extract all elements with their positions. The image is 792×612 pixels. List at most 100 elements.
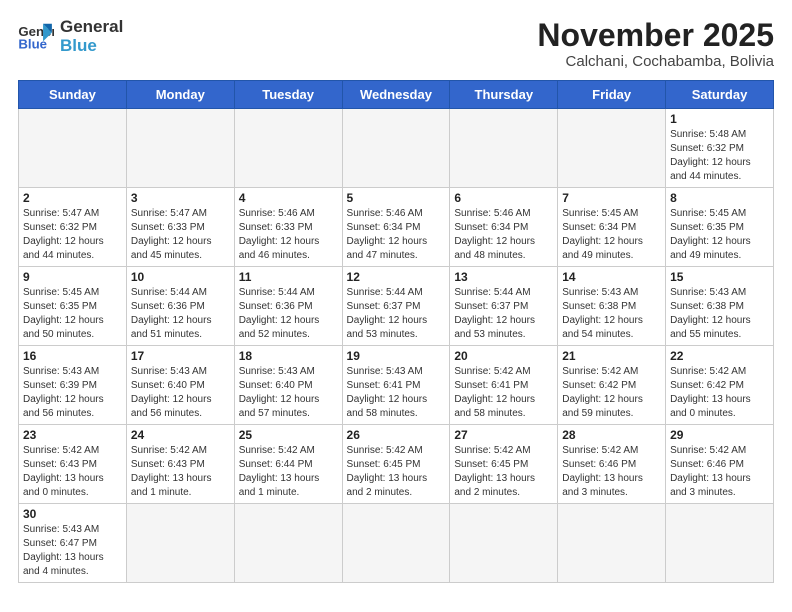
week-row-3: 9 Sunrise: 5:45 AM Sunset: 6:35 PM Daylig… xyxy=(19,267,774,346)
calendar-cell: 2 Sunrise: 5:47 AM Sunset: 6:32 PM Daylig… xyxy=(19,188,127,267)
calendar-cell: 26 Sunrise: 5:42 AM Sunset: 6:45 PM Dayli… xyxy=(342,425,450,504)
day-info: Sunrise: 5:42 AM Sunset: 6:42 PM Dayligh… xyxy=(670,365,769,421)
day-info: Sunrise: 5:44 AM Sunset: 6:36 PM Dayligh… xyxy=(131,286,230,342)
day-number: 22 xyxy=(670,349,769,363)
calendar-cell: 4 Sunrise: 5:46 AM Sunset: 6:33 PM Daylig… xyxy=(234,188,342,267)
calendar-cell: 18Sunrise: 5:43 AM Sunset: 6:40 PM Dayli… xyxy=(234,346,342,425)
day-info: Sunrise: 5:42 AM Sunset: 6:45 PM Dayligh… xyxy=(454,444,553,500)
calendar-cell: 19 Sunrise: 5:43 AM Sunset: 6:41 PM Dayli… xyxy=(342,346,450,425)
day-info: Sunrise: 5:42 AM Sunset: 6:42 PM Dayligh… xyxy=(562,365,661,421)
day-info: Sunrise: 5:47 AM Sunset: 6:33 PM Dayligh… xyxy=(131,207,230,263)
day-number: 5 xyxy=(347,191,446,205)
calendar-subtitle: Calchani, Cochabamba, Bolivia xyxy=(537,53,774,70)
calendar-cell: 12 Sunrise: 5:44 AM Sunset: 6:37 PM Dayli… xyxy=(342,267,450,346)
day-info: Sunrise: 5:42 AM Sunset: 6:45 PM Dayligh… xyxy=(347,444,446,500)
day-info: Sunrise: 5:46 AM Sunset: 6:34 PM Dayligh… xyxy=(454,207,553,263)
day-number: 21 xyxy=(562,349,661,363)
calendar-table: SundayMondayTuesdayWednesdayThursdayFrid… xyxy=(18,80,774,583)
calendar-cell xyxy=(234,504,342,583)
day-number: 9 xyxy=(23,270,122,284)
day-info: Sunrise: 5:42 AM Sunset: 6:41 PM Dayligh… xyxy=(454,365,553,421)
calendar-title: November 2025 xyxy=(537,18,774,53)
weekday-header-tuesday: Tuesday xyxy=(234,81,342,109)
day-number: 19 xyxy=(347,349,446,363)
day-number: 13 xyxy=(454,270,553,284)
calendar-cell: 5 Sunrise: 5:46 AM Sunset: 6:34 PM Daylig… xyxy=(342,188,450,267)
calendar-cell: 17 Sunrise: 5:43 AM Sunset: 6:40 PM Dayli… xyxy=(126,346,234,425)
week-row-2: 2 Sunrise: 5:47 AM Sunset: 6:32 PM Daylig… xyxy=(19,188,774,267)
calendar-cell xyxy=(126,504,234,583)
day-info: Sunrise: 5:47 AM Sunset: 6:32 PM Dayligh… xyxy=(23,207,122,263)
weekday-header-sunday: Sunday xyxy=(19,81,127,109)
calendar-cell xyxy=(666,504,774,583)
day-number: 27 xyxy=(454,428,553,442)
day-info: Sunrise: 5:45 AM Sunset: 6:34 PM Dayligh… xyxy=(562,207,661,263)
day-number: 11 xyxy=(239,270,338,284)
day-info: Sunrise: 5:44 AM Sunset: 6:37 PM Dayligh… xyxy=(347,286,446,342)
weekday-header-wednesday: Wednesday xyxy=(342,81,450,109)
day-number: 7 xyxy=(562,191,661,205)
calendar-cell: 8Sunrise: 5:45 AM Sunset: 6:35 PM Daylig… xyxy=(666,188,774,267)
calendar-cell: 22 Sunrise: 5:42 AM Sunset: 6:42 PM Dayli… xyxy=(666,346,774,425)
calendar-cell: 3 Sunrise: 5:47 AM Sunset: 6:33 PM Daylig… xyxy=(126,188,234,267)
week-row-1: 1 Sunrise: 5:48 AM Sunset: 6:32 PM Daylig… xyxy=(19,109,774,188)
calendar-cell: 6 Sunrise: 5:46 AM Sunset: 6:34 PM Daylig… xyxy=(450,188,558,267)
day-number: 4 xyxy=(239,191,338,205)
day-number: 16 xyxy=(23,349,122,363)
calendar-cell xyxy=(450,109,558,188)
calendar-page: General Blue General Blue November 2025 … xyxy=(0,0,792,593)
day-number: 25 xyxy=(239,428,338,442)
day-info: Sunrise: 5:43 AM Sunset: 6:47 PM Dayligh… xyxy=(23,523,122,579)
day-number: 15 xyxy=(670,270,769,284)
day-info: Sunrise: 5:46 AM Sunset: 6:33 PM Dayligh… xyxy=(239,207,338,263)
calendar-cell: 7 Sunrise: 5:45 AM Sunset: 6:34 PM Daylig… xyxy=(558,188,666,267)
svg-text:Blue: Blue xyxy=(18,36,47,51)
logo-icon: General Blue xyxy=(18,22,54,52)
day-number: 12 xyxy=(347,270,446,284)
calendar-cell: 20Sunrise: 5:42 AM Sunset: 6:41 PM Dayli… xyxy=(450,346,558,425)
page-header: General Blue General Blue November 2025 … xyxy=(18,18,774,70)
calendar-cell xyxy=(450,504,558,583)
calendar-cell: 10Sunrise: 5:44 AM Sunset: 6:36 PM Dayli… xyxy=(126,267,234,346)
calendar-cell xyxy=(558,109,666,188)
calendar-cell: 21 Sunrise: 5:42 AM Sunset: 6:42 PM Dayli… xyxy=(558,346,666,425)
title-block: November 2025 Calchani, Cochabamba, Boli… xyxy=(537,18,774,70)
logo-blue: Blue xyxy=(60,37,123,56)
day-number: 6 xyxy=(454,191,553,205)
day-info: Sunrise: 5:48 AM Sunset: 6:32 PM Dayligh… xyxy=(670,128,769,184)
day-number: 17 xyxy=(131,349,230,363)
day-info: Sunrise: 5:43 AM Sunset: 6:40 PM Dayligh… xyxy=(239,365,338,421)
day-number: 1 xyxy=(670,112,769,126)
day-number: 29 xyxy=(670,428,769,442)
calendar-cell: 29 Sunrise: 5:42 AM Sunset: 6:46 PM Dayli… xyxy=(666,425,774,504)
day-number: 2 xyxy=(23,191,122,205)
calendar-cell: 11 Sunrise: 5:44 AM Sunset: 6:36 PM Dayli… xyxy=(234,267,342,346)
calendar-cell xyxy=(342,504,450,583)
day-number: 30 xyxy=(23,507,122,521)
weekday-header-monday: Monday xyxy=(126,81,234,109)
calendar-cell: 1 Sunrise: 5:48 AM Sunset: 6:32 PM Daylig… xyxy=(666,109,774,188)
weekday-header-thursday: Thursday xyxy=(450,81,558,109)
day-info: Sunrise: 5:43 AM Sunset: 6:38 PM Dayligh… xyxy=(670,286,769,342)
day-number: 26 xyxy=(347,428,446,442)
calendar-cell: 24Sunrise: 5:42 AM Sunset: 6:43 PM Dayli… xyxy=(126,425,234,504)
weekday-header-row: SundayMondayTuesdayWednesdayThursdayFrid… xyxy=(19,81,774,109)
day-number: 3 xyxy=(131,191,230,205)
day-info: Sunrise: 5:44 AM Sunset: 6:37 PM Dayligh… xyxy=(454,286,553,342)
day-number: 23 xyxy=(23,428,122,442)
day-info: Sunrise: 5:44 AM Sunset: 6:36 PM Dayligh… xyxy=(239,286,338,342)
calendar-cell xyxy=(558,504,666,583)
calendar-cell: 23Sunrise: 5:42 AM Sunset: 6:43 PM Dayli… xyxy=(19,425,127,504)
day-info: Sunrise: 5:43 AM Sunset: 6:41 PM Dayligh… xyxy=(347,365,446,421)
calendar-cell xyxy=(19,109,127,188)
day-info: Sunrise: 5:43 AM Sunset: 6:39 PM Dayligh… xyxy=(23,365,122,421)
day-info: Sunrise: 5:42 AM Sunset: 6:46 PM Dayligh… xyxy=(670,444,769,500)
day-info: Sunrise: 5:46 AM Sunset: 6:34 PM Dayligh… xyxy=(347,207,446,263)
day-info: Sunrise: 5:43 AM Sunset: 6:38 PM Dayligh… xyxy=(562,286,661,342)
day-info: Sunrise: 5:45 AM Sunset: 6:35 PM Dayligh… xyxy=(670,207,769,263)
day-info: Sunrise: 5:45 AM Sunset: 6:35 PM Dayligh… xyxy=(23,286,122,342)
day-info: Sunrise: 5:43 AM Sunset: 6:40 PM Dayligh… xyxy=(131,365,230,421)
calendar-cell xyxy=(234,109,342,188)
week-row-5: 23Sunrise: 5:42 AM Sunset: 6:43 PM Dayli… xyxy=(19,425,774,504)
day-number: 28 xyxy=(562,428,661,442)
